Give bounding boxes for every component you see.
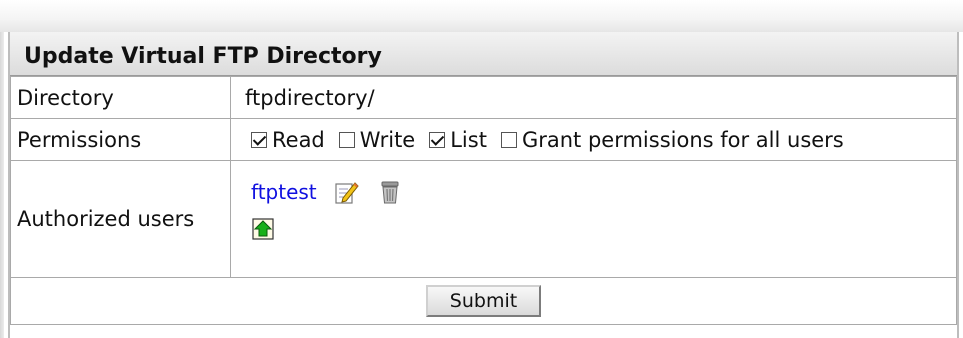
form-table: Directory ftpdirectory/ Permissions Read… bbox=[10, 76, 957, 325]
list-checkbox[interactable] bbox=[429, 131, 446, 148]
ftp-directory-panel: Update Virtual FTP Directory Directory f… bbox=[8, 32, 959, 338]
top-strip bbox=[0, 0, 963, 32]
edit-icon[interactable] bbox=[333, 179, 359, 205]
authorized-users-row: Authorized users ftptest bbox=[10, 160, 957, 278]
write-checkbox[interactable] bbox=[338, 131, 355, 148]
user-link-ftptest[interactable]: ftptest bbox=[251, 180, 317, 204]
submit-cell: Submit bbox=[10, 277, 957, 325]
submit-row: Submit bbox=[10, 277, 957, 325]
left-edge bbox=[0, 32, 4, 338]
authorized-users-label: Authorized users bbox=[10, 160, 231, 278]
directory-value-text: ftpdirectory/ bbox=[245, 85, 375, 110]
directory-row: Directory ftpdirectory/ bbox=[10, 76, 957, 119]
grant-all-label: Grant permissions for all users bbox=[521, 127, 844, 152]
read-checkbox[interactable] bbox=[251, 131, 267, 148]
trash-icon[interactable] bbox=[377, 179, 403, 205]
list-label: List bbox=[450, 127, 487, 152]
permissions-options: Read Write List Grant permissions for al… bbox=[230, 118, 957, 161]
submit-button[interactable]: Submit bbox=[425, 285, 542, 317]
permissions-label: Permissions bbox=[10, 118, 231, 161]
directory-label: Directory bbox=[10, 76, 231, 119]
permissions-row: Permissions Read Write List Grant permis… bbox=[10, 118, 957, 161]
grant-all-checkbox[interactable] bbox=[500, 131, 517, 148]
write-label: Write bbox=[359, 127, 416, 152]
directory-value: ftpdirectory/ bbox=[230, 76, 957, 119]
upload-user-icon[interactable] bbox=[251, 215, 277, 241]
panel-title: Update Virtual FTP Directory bbox=[10, 32, 957, 76]
authorized-users-cell: ftptest bbox=[230, 160, 957, 278]
read-label: Read bbox=[272, 127, 325, 152]
